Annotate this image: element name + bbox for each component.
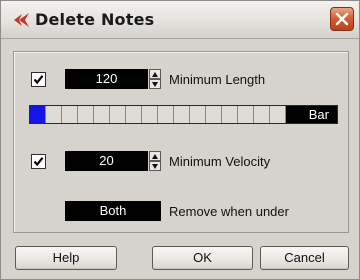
slider-segment[interactable] xyxy=(46,106,62,123)
slider-segment[interactable] xyxy=(206,106,222,123)
slider-segment[interactable] xyxy=(158,106,174,123)
min-length-value[interactable]: 120 xyxy=(65,69,148,89)
arrow-up-icon xyxy=(152,154,158,159)
spin-down-button[interactable] xyxy=(149,79,161,89)
slider-mode-label[interactable]: Bar xyxy=(286,106,337,123)
dialog-title: Delete Notes xyxy=(35,10,155,29)
spin-up-button[interactable] xyxy=(149,69,161,79)
min-velocity-spinner[interactable] xyxy=(149,151,161,171)
cubase-logo-icon xyxy=(14,13,29,27)
slider-segment[interactable] xyxy=(174,106,190,123)
remove-mode-select[interactable]: Both xyxy=(65,201,161,221)
slider-segment[interactable] xyxy=(190,106,206,123)
slider-segment[interactable] xyxy=(126,106,142,123)
remove-when-under-label: Remove when under xyxy=(169,204,289,219)
slider-segment[interactable] xyxy=(94,106,110,123)
min-length-checkbox[interactable] xyxy=(31,72,46,87)
close-button[interactable] xyxy=(330,7,354,31)
slider-segment[interactable] xyxy=(110,106,126,123)
ok-button[interactable]: OK xyxy=(152,246,253,270)
arrow-down-icon xyxy=(152,164,158,169)
slider-segment[interactable] xyxy=(142,106,158,123)
min-velocity-checkbox[interactable] xyxy=(31,154,46,169)
slider-segment[interactable] xyxy=(254,106,270,123)
slider-segment[interactable] xyxy=(222,106,238,123)
title-bar[interactable]: Delete Notes xyxy=(1,1,359,39)
checkmark-icon xyxy=(33,157,44,167)
min-length-spinner[interactable] xyxy=(149,69,161,89)
slider-segment[interactable] xyxy=(238,106,254,123)
slider-segment[interactable] xyxy=(78,106,94,123)
help-button[interactable]: Help xyxy=(15,246,117,270)
min-velocity-label: Minimum Velocity xyxy=(169,154,271,169)
spin-up-button[interactable] xyxy=(149,151,161,161)
min-length-slider[interactable]: Bar xyxy=(29,105,338,124)
arrow-up-icon xyxy=(152,72,158,77)
spin-down-button[interactable] xyxy=(149,161,161,171)
slider-segment[interactable] xyxy=(270,106,286,123)
slider-segment[interactable] xyxy=(30,106,46,123)
close-x-icon xyxy=(335,12,349,26)
delete-notes-dialog: Delete Notes 120 Minimum Length Bar 20 M… xyxy=(0,0,360,280)
slider-segment[interactable] xyxy=(62,106,78,123)
checkmark-icon xyxy=(33,75,44,85)
cancel-button[interactable]: Cancel xyxy=(260,246,349,270)
min-length-label: Minimum Length xyxy=(169,72,266,87)
min-velocity-value[interactable]: 20 xyxy=(65,151,148,171)
arrow-down-icon xyxy=(152,82,158,87)
